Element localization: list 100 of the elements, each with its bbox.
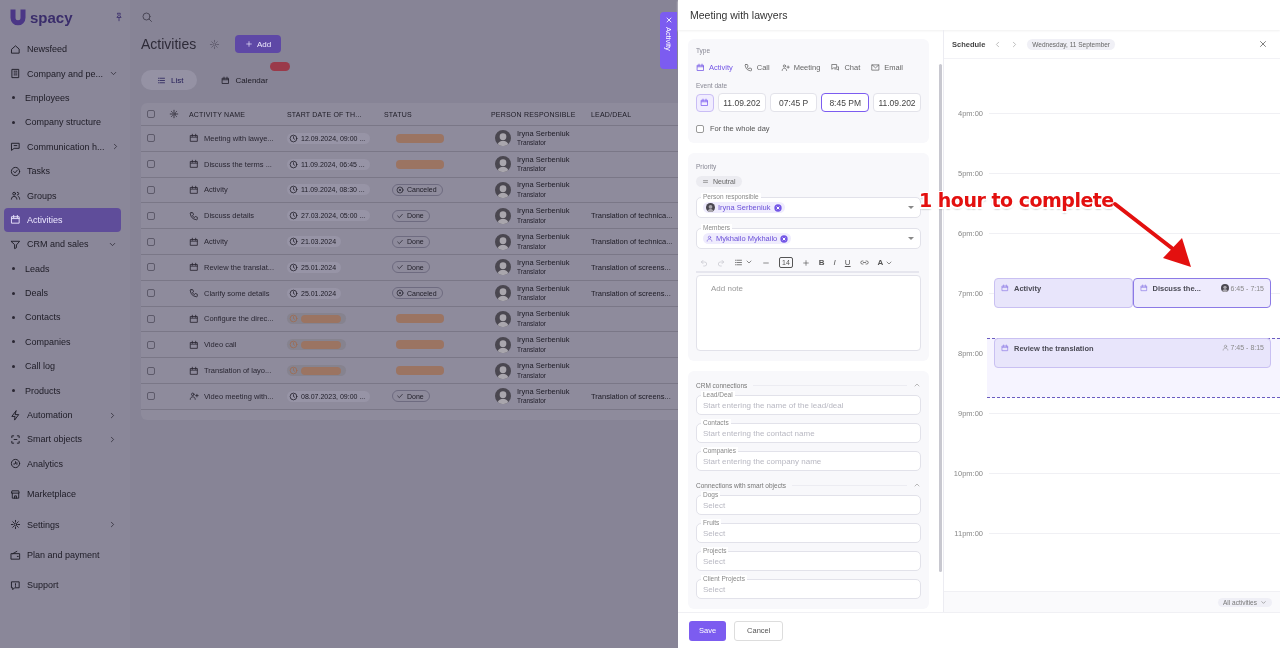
check-circle-icon <box>10 165 21 177</box>
sidebar-item[interactable]: CRM and sales <box>4 232 121 257</box>
calendar-icon <box>696 63 705 72</box>
clock-icon <box>289 262 298 272</box>
chevron-icon <box>913 381 921 389</box>
date-field[interactable]: 07:45 P <box>769 93 818 112</box>
sidebar-item[interactable]: Company and pe... <box>4 61 121 86</box>
calendar-button[interactable] <box>696 93 714 112</box>
sidebar-item[interactable]: Settings <box>4 512 121 537</box>
sidebar-item[interactable]: Plan and payment <box>4 542 121 568</box>
close-icon <box>1258 39 1268 49</box>
format-button[interactable]: U <box>844 258 851 267</box>
avatar-icon <box>495 233 511 250</box>
checkbox[interactable] <box>147 237 155 246</box>
date-field[interactable]: 11.09.202 <box>873 93 921 112</box>
calendar-icon <box>1139 284 1148 292</box>
scan-frame-icon <box>10 433 21 445</box>
sidebar-item[interactable]: Communication h... <box>4 134 121 159</box>
sidebar-item[interactable]: Smart objects <box>4 427 121 452</box>
phone-icon <box>189 210 199 221</box>
sidebar-item[interactable]: Tasks <box>4 158 121 184</box>
view-tab[interactable]: Calendar <box>205 70 282 90</box>
checkbox[interactable] <box>147 263 155 272</box>
plus-icon <box>245 40 253 48</box>
calendar-icon <box>189 133 199 144</box>
link-icon <box>859 258 869 267</box>
checkbox[interactable] <box>147 134 155 143</box>
redo-icon <box>717 258 725 267</box>
clock-icon <box>289 211 298 221</box>
logo-text: spacy <box>30 8 73 26</box>
text-color-button[interactable]: A <box>877 258 884 267</box>
clock-icon <box>289 133 298 143</box>
note-field[interactable]: Add note <box>696 275 921 351</box>
sidebar-item[interactable]: Marketplace <box>4 482 121 507</box>
sidebar-item[interactable]: Automation <box>4 402 121 428</box>
page-title: Activities <box>141 36 198 52</box>
format-button[interactable]: I <box>833 258 836 267</box>
checkbox[interactable] <box>147 314 155 323</box>
avatar-icon <box>495 259 511 276</box>
remove-icon <box>780 234 789 243</box>
calendar-icon <box>1001 344 1009 352</box>
avatar-icon <box>495 310 511 327</box>
calendar-icon <box>10 214 21 226</box>
add-button[interactable]: Add <box>235 35 282 53</box>
clock-icon <box>289 159 298 169</box>
sidebar-item[interactable]: Contacts <box>4 305 121 330</box>
sidebar-item[interactable]: Leads <box>4 256 121 281</box>
chat-bubble-icon <box>10 141 21 153</box>
logo-icon <box>8 7 28 27</box>
clock-icon <box>289 340 298 350</box>
sidebar-item[interactable]: Products <box>4 378 121 403</box>
phone-icon <box>743 63 753 72</box>
checkbox[interactable] <box>147 366 155 375</box>
clock-icon <box>289 314 298 324</box>
sidebar-item[interactable]: Call log <box>4 354 121 379</box>
list-icon <box>157 75 166 85</box>
checkmark-icon <box>396 211 404 220</box>
format-button[interactable]: B <box>818 258 825 267</box>
list-icon <box>734 258 743 267</box>
checkmark-icon <box>396 263 404 272</box>
sidebar-item[interactable]: Company structure <box>4 110 121 135</box>
sidebar-item[interactable]: Newsfeed <box>4 37 121 62</box>
undo-icon <box>700 258 708 267</box>
checkbox[interactable] <box>696 124 704 133</box>
avatar-icon <box>495 130 511 147</box>
chevron-icon <box>745 258 753 266</box>
checkbox[interactable] <box>147 340 155 349</box>
checkbox[interactable] <box>147 289 155 298</box>
people-icon <box>189 391 199 402</box>
date-field[interactable]: 11.09.202 <box>717 93 766 112</box>
sidebar-item[interactable]: Deals <box>4 280 121 306</box>
sidebar-item[interactable]: Activities <box>4 207 121 233</box>
sidebar-item[interactable]: Companies <box>4 329 121 355</box>
checkbox[interactable] <box>147 186 155 194</box>
sidebar-item[interactable]: Groups <box>4 183 121 208</box>
calendar-icon <box>189 185 199 195</box>
checkbox[interactable] <box>147 211 155 220</box>
annotation-text: 1 hour to complete <box>919 189 1114 211</box>
clock-icon <box>289 366 298 376</box>
avatar-icon <box>495 182 511 198</box>
phone-icon <box>189 288 199 299</box>
checkbox[interactable] <box>147 110 155 118</box>
clock-icon <box>289 288 298 298</box>
view-tab[interactable]: List <box>141 70 198 90</box>
calendar-icon <box>189 313 199 324</box>
envelope-icon <box>871 63 881 72</box>
sidebar-item[interactable]: Employees <box>4 85 121 111</box>
remove-icon <box>773 203 782 212</box>
checkbox[interactable] <box>147 160 155 169</box>
building-icon <box>10 68 21 80</box>
avatar-icon <box>495 285 511 302</box>
checkbox[interactable] <box>147 392 155 401</box>
lightning-icon <box>10 409 21 421</box>
avatar-icon <box>495 156 511 173</box>
date-field[interactable]: 8:45 PM <box>821 93 869 112</box>
people-icon <box>10 190 21 202</box>
sidebar-item[interactable]: Analytics <box>4 451 121 477</box>
sidebar-item[interactable]: Support <box>4 573 121 598</box>
settings-icon <box>209 38 220 50</box>
calendar-icon <box>189 262 199 273</box>
